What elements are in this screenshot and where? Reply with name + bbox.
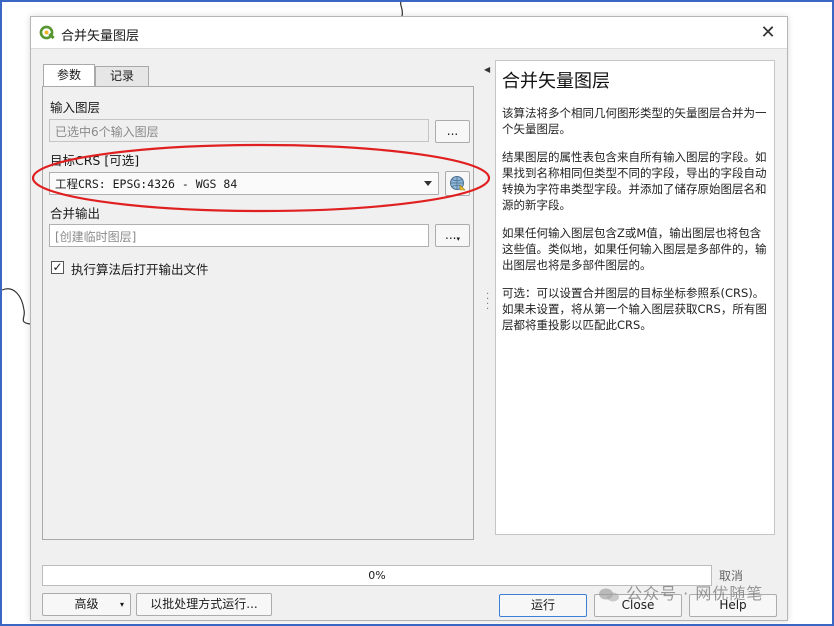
help-paragraph: 结果图层的属性表包含来自所有输入图层的字段。如果找到名称相同但类型不同的字段，导… bbox=[502, 150, 767, 212]
tab-parameters[interactable]: 参数 bbox=[43, 64, 95, 87]
help-paragraph: 可选：可以设置合并图层的目标坐标参照系(CRS)。如果未设置，将从第一个输入图层… bbox=[502, 286, 767, 332]
chevron-down-icon: ▾ bbox=[456, 235, 460, 243]
target-crs-label: 目标CRS [可选] bbox=[50, 153, 140, 168]
target-crs-value: 工程CRS: EPSG:4326 - WGS 84 bbox=[55, 177, 238, 191]
run-button[interactable]: 运行 bbox=[499, 594, 587, 617]
help-paragraph: 如果任何输入图层包含Z或M值，输出图层也将包含这些值。类似地，如果任何输入图层是… bbox=[502, 226, 767, 272]
progress-label: 0% bbox=[368, 569, 386, 582]
help-button[interactable]: Help bbox=[689, 594, 777, 617]
splitter-handle[interactable]: · · · · bbox=[486, 290, 489, 315]
advanced-dropdown-button[interactable]: 高级 ▾ bbox=[42, 593, 131, 616]
cancel-button[interactable]: 取消 bbox=[719, 567, 743, 584]
close-icon[interactable]: ✕ bbox=[755, 20, 781, 46]
tab-log[interactable]: 记录 bbox=[95, 66, 149, 86]
open-output-checkbox[interactable]: ✓ bbox=[51, 261, 64, 274]
run-as-batch-button[interactable]: 以批处理方式运行... bbox=[136, 593, 272, 616]
chevron-down-icon: ▾ bbox=[119, 600, 124, 609]
merge-output-placeholder: [创建临时图层] bbox=[55, 230, 137, 244]
collapse-arrow-icon[interactable]: ◀ bbox=[484, 65, 490, 74]
open-output-label: 执行算法后打开输出文件 bbox=[71, 262, 209, 277]
input-layers-browse-button[interactable]: ... bbox=[435, 120, 470, 143]
help-panel: 合并矢量图层 该算法将多个相同几何图形类型的矢量图层合并为一个矢量图层。 结果图… bbox=[495, 60, 775, 535]
close-button[interactable]: Close bbox=[594, 594, 682, 617]
parameters-panel: 输入图层 已选中6个输入图层 ... 目标CRS [可选] 工程CRS: EPS… bbox=[42, 86, 474, 540]
merge-vector-layers-dialog: 合并矢量图层 ✕ 参数 记录 输入图层 已选中6个输入图层 ... 目标CRS … bbox=[30, 16, 788, 621]
merge-output-options-button[interactable]: ...▾ bbox=[435, 224, 470, 247]
globe-crs-icon bbox=[450, 176, 466, 191]
merge-output-label: 合并输出 bbox=[50, 206, 101, 221]
advanced-label: 高级 bbox=[74, 597, 99, 611]
help-title: 合并矢量图层 bbox=[502, 71, 610, 92]
chevron-down-icon bbox=[424, 181, 432, 186]
progress-bar: 0% bbox=[42, 565, 712, 586]
title-bar: 合并矢量图层 ✕ bbox=[31, 17, 787, 49]
check-icon: ✓ bbox=[52, 260, 63, 274]
input-layers-field[interactable]: 已选中6个输入图层 bbox=[49, 119, 429, 142]
target-crs-select[interactable]: 工程CRS: EPSG:4326 - WGS 84 bbox=[49, 172, 439, 195]
merge-output-options-label: ... bbox=[445, 228, 457, 242]
crs-selector-button[interactable] bbox=[445, 171, 470, 196]
help-paragraph: 该算法将多个相同几何图形类型的矢量图层合并为一个矢量图层。 bbox=[502, 106, 767, 136]
dialog-title: 合并矢量图层 bbox=[61, 29, 140, 44]
qgis-logo-icon bbox=[39, 25, 55, 40]
input-layers-label: 输入图层 bbox=[50, 100, 101, 115]
merge-output-field[interactable]: [创建临时图层] bbox=[49, 224, 429, 247]
